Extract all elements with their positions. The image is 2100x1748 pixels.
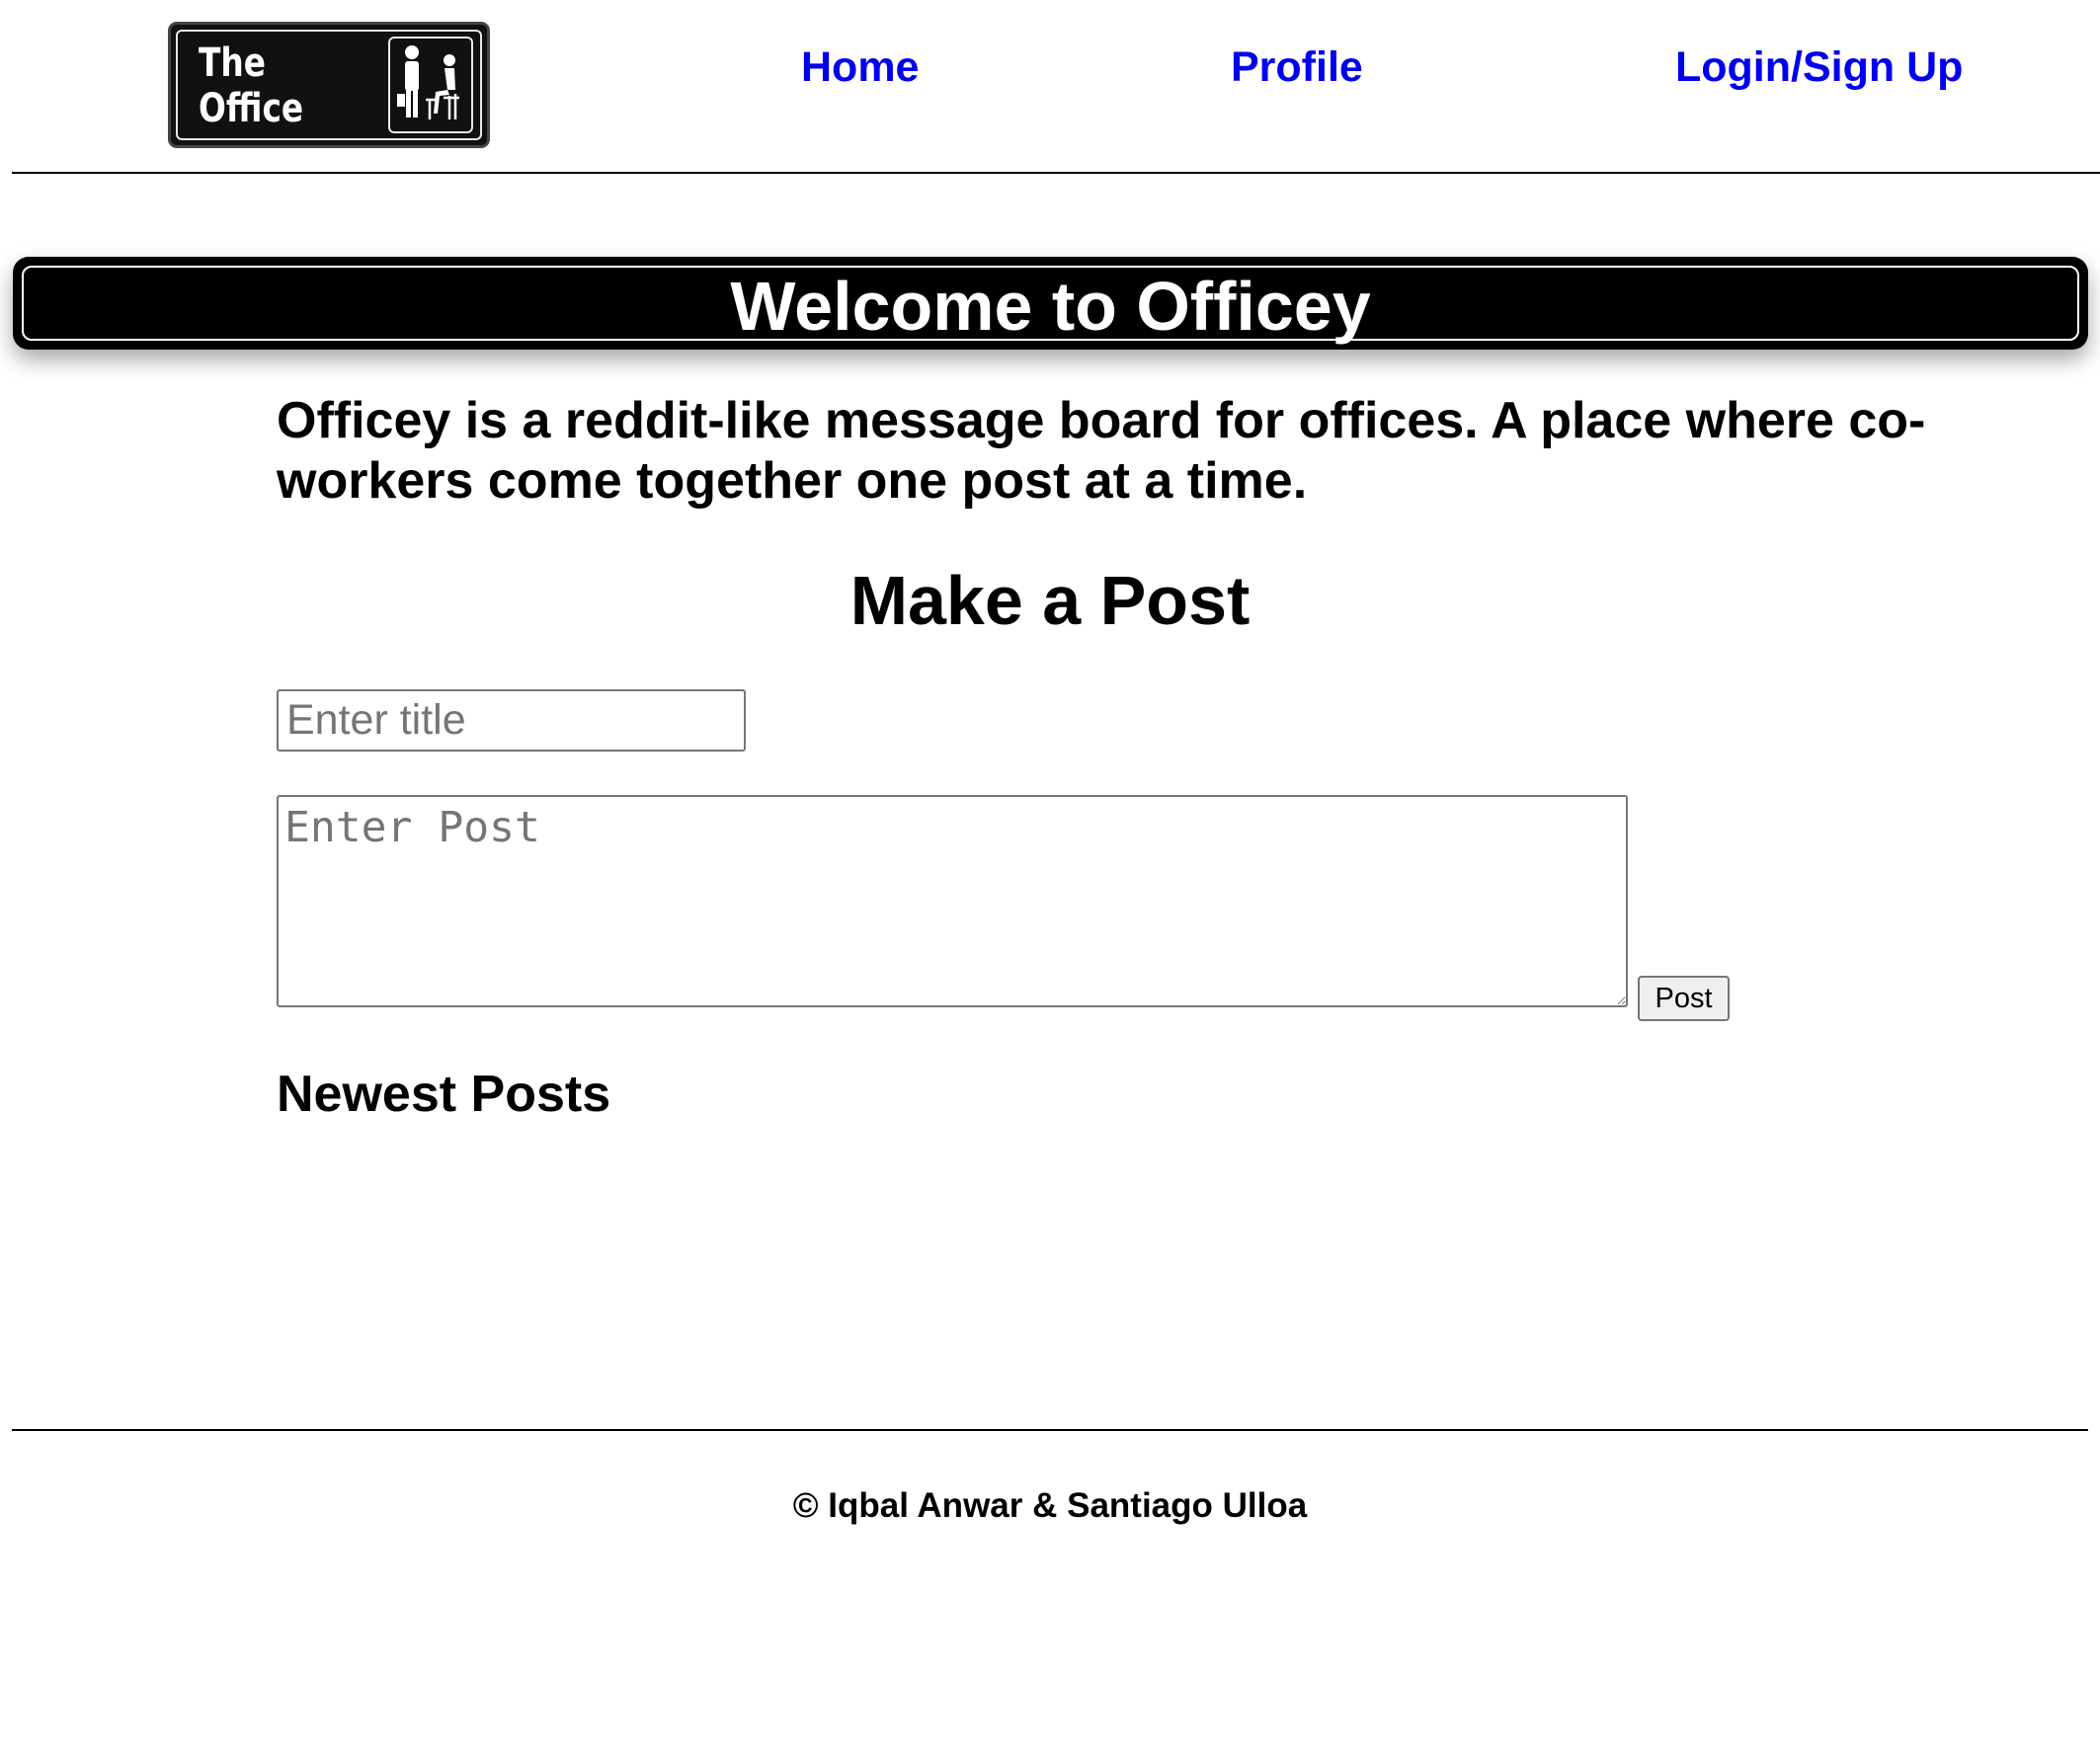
site-header: The Office Home Profile Login/Sign Up	[0, 0, 2100, 174]
office-workers-figures-icon	[397, 45, 459, 119]
copyright-text: © Iqbal Anwar & Santiago Ulloa	[792, 1486, 1308, 1525]
make-post-heading: Make a Post	[849, 562, 1251, 639]
post-title-input[interactable]	[277, 689, 746, 752]
welcome-banner: Welcome to Officey	[13, 257, 2088, 350]
header-divider	[12, 172, 2100, 174]
office-workers-sign-icon	[388, 37, 473, 133]
nav-home-link[interactable]: Home	[801, 40, 919, 95]
logo-text: The Office	[199, 40, 304, 131]
banner-title: Welcome to Officey	[730, 268, 1371, 345]
footer-divider	[12, 1429, 2088, 1431]
nav-login-signup-link[interactable]: Login/Sign Up	[1675, 40, 1963, 95]
newest-posts-list	[277, 1136, 1976, 1392]
the-office-logo[interactable]: The Office	[168, 22, 490, 148]
site-description: Officey is a reddit-like message board f…	[277, 392, 1926, 510]
submit-post-button[interactable]: Post	[1638, 976, 1730, 1021]
newest-posts-heading: Newest Posts	[277, 1066, 611, 1123]
post-body-textarea[interactable]	[277, 795, 1628, 1007]
nav-profile-link[interactable]: Profile	[1231, 40, 1363, 95]
